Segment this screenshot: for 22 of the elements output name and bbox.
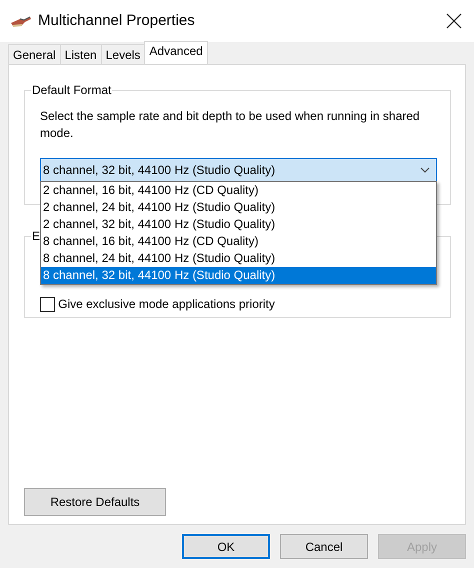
- group-title: Default Format: [31, 82, 112, 98]
- dropdown-option[interactable]: 2 channel, 24 bit, 44100 Hz (Studio Quality): [41, 199, 436, 216]
- dropdown-value: 8 channel, 32 bit, 44100 Hz (Studio Quality): [43, 162, 276, 179]
- tab[interactable]: Advanced: [144, 41, 208, 64]
- checkbox-label: Give exclusive mode applications priority: [58, 296, 275, 313]
- speaker-jack-icon: [10, 14, 32, 28]
- checkbox[interactable]: [40, 296, 55, 312]
- dialog-button[interactable]: OK: [182, 534, 270, 559]
- chevron-down-icon: [420, 167, 430, 173]
- tab[interactable]: General: [8, 44, 61, 64]
- close-icon[interactable]: [446, 13, 462, 29]
- group-title: E: [31, 228, 42, 244]
- dropdown-option[interactable]: 8 channel, 16 bit, 44100 Hz (CD Quality): [41, 233, 436, 250]
- dropdown-option[interactable]: 2 channel, 16 bit, 44100 Hz (CD Quality): [41, 182, 436, 199]
- window-title: Multichannel Properties: [38, 10, 196, 31]
- format-dropdown[interactable]: 8 channel, 32 bit, 44100 Hz (Studio Quality): [40, 158, 437, 182]
- dropdown-option[interactable]: 2 channel, 32 bit, 44100 Hz (Studio Quality): [41, 216, 436, 233]
- dropdown-option[interactable]: 8 channel, 32 bit, 44100 Hz (Studio Quality): [41, 267, 436, 284]
- dialog-button[interactable]: Cancel: [280, 534, 368, 559]
- description-text: Select the sample rate and bit depth to be used when running in shared mode.: [40, 108, 421, 142]
- dropdown-option[interactable]: 8 channel, 24 bit, 44100 Hz (Studio Quality): [41, 250, 436, 267]
- restore-defaults-button[interactable]: Restore Defaults: [24, 488, 166, 516]
